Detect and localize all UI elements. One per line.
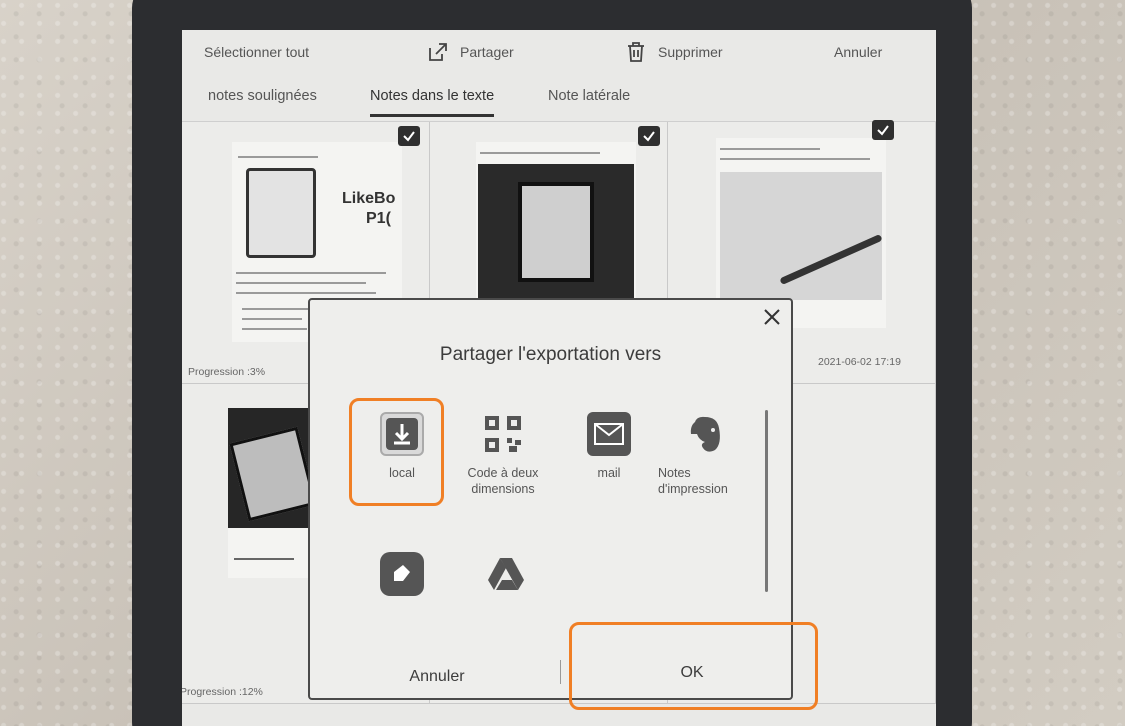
note-checkbox[interactable] — [638, 126, 660, 146]
export-option-google-drive[interactable] — [484, 552, 528, 606]
google-drive-icon — [488, 558, 524, 590]
tab-underlined-notes[interactable]: notes soulignées — [208, 88, 317, 114]
cancel-selection-label: Annuler — [834, 44, 883, 60]
share-label: Partager — [460, 44, 514, 60]
evernote-icon — [690, 416, 720, 452]
tab-text-notes[interactable]: Notes dans le texte — [370, 88, 495, 117]
note-progress: Progression :12% — [182, 686, 263, 698]
dialog-cancel-label: Annuler — [409, 668, 465, 685]
select-all-label: Sélectionner tout — [204, 44, 310, 60]
tab-underlined-notes-label: notes soulignées — [208, 88, 317, 104]
checkmark-icon — [403, 131, 415, 142]
export-option-mail-label: mail — [597, 466, 621, 480]
cancel-selection-button[interactable]: Annuler — [834, 44, 882, 60]
export-option-qr-code-label: Code à deux dimensions — [467, 466, 539, 496]
dialog-scrollbar[interactable] — [765, 410, 768, 592]
trash-icon — [628, 42, 644, 62]
notes-tabs: notes soulignées Notes dans le texte Not… — [182, 82, 936, 122]
photo-image — [228, 408, 318, 528]
note-checkbox[interactable] — [398, 126, 420, 146]
tab-text-notes-label: Notes dans le texte — [370, 88, 495, 104]
note-date: 2021-06-02 17:19 — [818, 356, 901, 368]
checkmark-icon — [877, 125, 889, 136]
delete-button[interactable]: Supprimer — [624, 40, 723, 64]
note-progress: Progression :3% — [188, 366, 266, 378]
action-bar: Sélectionner tout Partager Supprimer Ann… — [182, 30, 936, 74]
export-option-evernote-label: Notes d'impression — [658, 466, 728, 496]
note-checkbox[interactable] — [872, 120, 894, 140]
note-thumbnail — [476, 142, 636, 314]
tab-side-notes-label: Note latérale — [548, 88, 631, 104]
delete-label: Supprimer — [658, 44, 723, 60]
close-icon[interactable] — [761, 306, 783, 328]
dialog-title: Partager l'exportation vers — [439, 344, 662, 365]
highlight-local-option — [349, 398, 444, 506]
qr-code-icon — [485, 416, 521, 452]
thumbnail-title: LikeBo — [342, 190, 396, 207]
share-icon — [429, 43, 447, 61]
dialog-cancel-button[interactable]: Annuler — [330, 668, 544, 686]
export-option-evernote[interactable]: Notes d'impression — [658, 412, 754, 497]
button-divider — [560, 660, 561, 684]
export-option-mail[interactable]: mail — [566, 412, 652, 482]
photo-image — [478, 164, 634, 314]
export-option-onenote[interactable] — [380, 552, 424, 606]
export-option-qr-code[interactable]: Code à deux dimensions — [448, 412, 558, 497]
select-all-button[interactable]: Sélectionner tout — [204, 44, 309, 60]
stylus-photo — [720, 172, 883, 300]
tablet-image — [246, 168, 316, 258]
checkmark-icon — [643, 131, 655, 142]
mail-icon — [594, 423, 624, 445]
highlight-ok-button — [569, 622, 818, 710]
share-button[interactable]: Partager — [426, 40, 514, 64]
thumbnail-subtitle: P1( — [366, 210, 391, 227]
onenote-icon — [394, 565, 410, 581]
tab-side-notes[interactable]: Note latérale — [548, 88, 630, 114]
